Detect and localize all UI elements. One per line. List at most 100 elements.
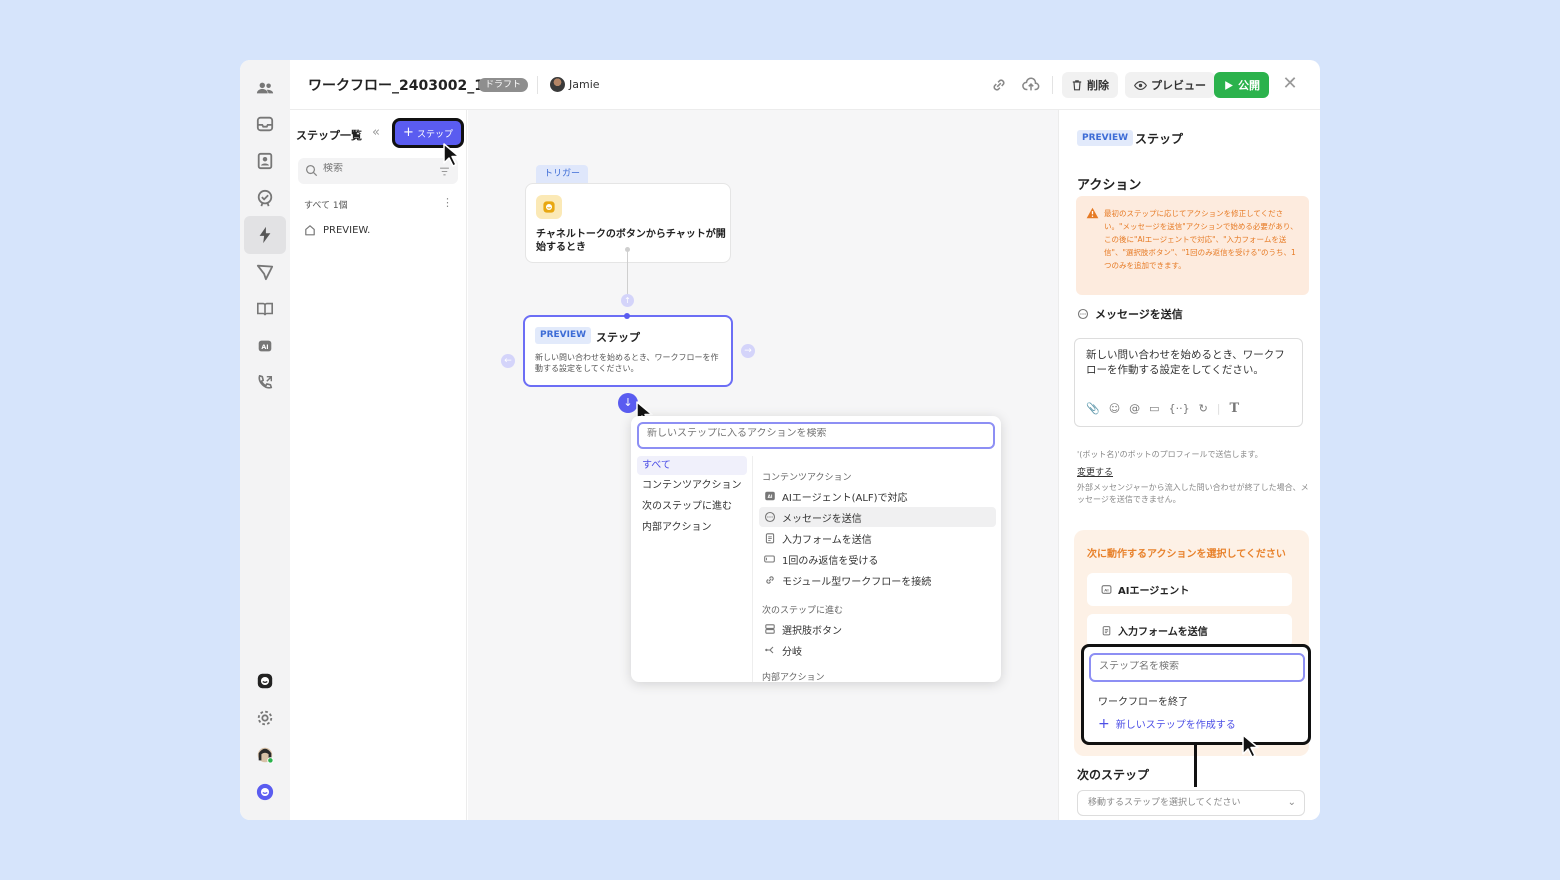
action-label: 1回のみ返信を受ける [782,555,879,567]
end-workflow-option[interactable]: ワークフローを終了 [1098,693,1188,708]
clipboard-icon [1102,626,1111,636]
bot-profile-note: '(ボット名)'のボットのプロフィールで送信します。 [1077,450,1263,459]
category-internal-actions[interactable]: 内部アクション [637,518,747,537]
action-send-message[interactable]: メッセージを送信 [759,507,996,527]
external-messenger-note: 外部メッセンジャーから流入した問い合わせが終了した場合、メッセージを送信できませ… [1077,483,1309,504]
branch-icon [763,644,776,657]
action-picker-popup: すべて コンテンツアクション 次のステップに進む 内部アクション コンテンツアク… [631,416,1001,682]
preview-step-title: ステップ [596,331,640,344]
action-label: モジュール型ワークフローを接続 [782,576,932,588]
brand-logo-icon[interactable] [253,780,277,804]
trigger-tag: トリガー [536,165,589,183]
send-icon[interactable] [253,260,277,284]
connector-up-icon[interactable]: ↑ [621,294,634,307]
step-list-item[interactable]: PREVIEW. [304,224,370,236]
group-label-content: コンテンツアクション [762,473,852,483]
step-name-search-box[interactable] [1089,653,1305,682]
preview-step-desc: 新しい問い合わせを始めるとき、ワークフローを作動する設定をしてください。 [535,353,719,373]
change-link[interactable]: 変更する [1077,465,1113,478]
action-search-box[interactable] [637,422,995,449]
publish-button[interactable]: 公開 [1214,72,1269,98]
step-name-search-input[interactable] [1099,661,1289,672]
action-branch[interactable]: 分岐 [759,640,996,660]
status-badge: ドラフト [478,78,529,92]
action-single-reply[interactable]: 1回のみ返信を受ける [759,549,996,569]
mouse-cursor-icon [1242,734,1259,758]
link-icon [763,574,776,587]
header-divider [537,76,538,94]
next-step-label: 次のステップ [1077,768,1150,782]
step-search-input[interactable] [323,163,433,174]
close-icon[interactable]: ✕ [1280,74,1300,94]
editor-toolbar: 📎 ☺ @ ▭ {··} ↻ | T [1086,401,1239,416]
message-action-text: メッセージを送信 [1095,308,1183,321]
action-label: 選択肢ボタン [782,625,842,637]
attach-icon[interactable]: 📎 [1086,402,1100,415]
phone-icon[interactable] [253,371,277,395]
users-icon[interactable] [253,76,277,100]
message-text[interactable]: 新しい問い合わせを始めるとき、ワークフローを作動する設定をしてください。 [1086,348,1291,378]
delete-label: 削除 [1087,79,1109,92]
create-new-step-option[interactable]: + 新しいステップを作成する [1098,716,1236,732]
preview-button[interactable]: プレビュー [1125,72,1215,98]
arrow-right-icon[interactable]: → [741,344,755,358]
warning-text: 最初のステップに応じてアクションを修正してください。"メッセージを送信"アクショ… [1104,209,1298,270]
category-all[interactable]: すべて [637,456,747,475]
input-box-icon [763,553,776,566]
workflow-bolt-icon[interactable] [253,223,277,247]
link-icon[interactable] [990,76,1008,94]
delete-button[interactable]: 削除 [1062,72,1118,98]
workflow-canvas[interactable]: トリガー チャネルトークのボタンからチャットが開始するとき ↑ PREVIEW … [468,110,1058,820]
svg-text:AI: AI [767,494,772,499]
action-choice-buttons[interactable]: 選択肢ボタン [759,619,996,639]
category-next-step[interactable]: 次のステップに進む [637,497,747,516]
sticker-icon[interactable]: ▭ [1149,402,1159,415]
text-format-icon[interactable]: T [1230,401,1240,416]
action-connect-module[interactable]: モジュール型ワークフローを接続 [759,570,996,590]
svg-text:AI: AI [261,344,268,351]
preview-step-node[interactable]: PREVIEW ステップ 新しい問い合わせを始めるとき、ワークフローを作動する設… [523,315,733,387]
next-action-label: 入力フォームを送信 [1118,627,1208,638]
category-content-actions[interactable]: コンテンツアクション [637,476,747,495]
next-action-ai-agent[interactable]: AI AIエージェント [1087,573,1292,606]
next-action-send-form[interactable]: 入力フォームを送信 [1087,614,1292,647]
preview-badge: PREVIEW [1077,130,1134,146]
contact-icon[interactable] [253,149,277,173]
action-send-form[interactable]: 入力フォームを送信 [759,528,996,548]
action-ai-agent[interactable]: AI AIエージェント(ALF)で対応 [759,486,996,506]
next-step-placeholder: 移動するステップを選択してください [1088,798,1241,808]
chat-bubble-icon [1077,308,1089,320]
warning-box: 最初のステップに応じてアクションを修正してください。"メッセージを送信"アクショ… [1076,196,1309,295]
action-search-input[interactable] [647,428,977,439]
node-port-dot[interactable] [624,313,630,319]
mention-icon[interactable]: @ [1129,402,1140,415]
panel-step-title: ステップ [1135,132,1184,146]
variable-icon[interactable]: {··} [1169,402,1190,415]
user-avatar[interactable] [253,743,277,767]
collapse-chevrons-icon[interactable]: « [372,125,380,140]
next-step-select[interactable]: 移動するステップを選択してください ⌄ [1077,790,1305,816]
preview-label: プレビュー [1151,79,1206,92]
emoji-icon[interactable]: ☺ [1109,402,1120,415]
category-list: すべて コンテンツアクション 次のステップに進む 内部アクション [631,456,753,682]
home-icon [305,225,315,236]
refresh-icon[interactable]: ↻ [1199,402,1208,415]
ai-icon[interactable]: AI [253,334,277,358]
create-new-step-label: 新しいステップを作成する [1115,720,1236,731]
cloud-upload-icon[interactable] [1022,76,1040,94]
kebab-menu-icon[interactable]: ⋮ [442,196,453,209]
arrow-left-icon[interactable]: ← [501,354,515,368]
step-search-box[interactable] [298,158,458,184]
message-action-label: メッセージを送信 [1077,306,1183,322]
steps-panel-title: ステップ一覧 [296,129,362,142]
mouse-cursor-icon [443,143,460,167]
badge-check-icon[interactable] [253,186,277,210]
message-editor[interactable]: 新しい問い合わせを始めるとき、ワークフローを作動する設定をしてください。 📎 ☺… [1074,338,1303,427]
actions-section-title: アクション [1077,178,1142,193]
workflow-title[interactable]: ワークフロー_2403002_1 [308,75,484,95]
book-icon[interactable] [253,297,277,321]
user-avatar-small [550,77,565,92]
inbox-icon[interactable] [253,112,277,136]
channel-logo-icon[interactable] [253,669,277,693]
settings-gear-icon[interactable] [253,706,277,730]
